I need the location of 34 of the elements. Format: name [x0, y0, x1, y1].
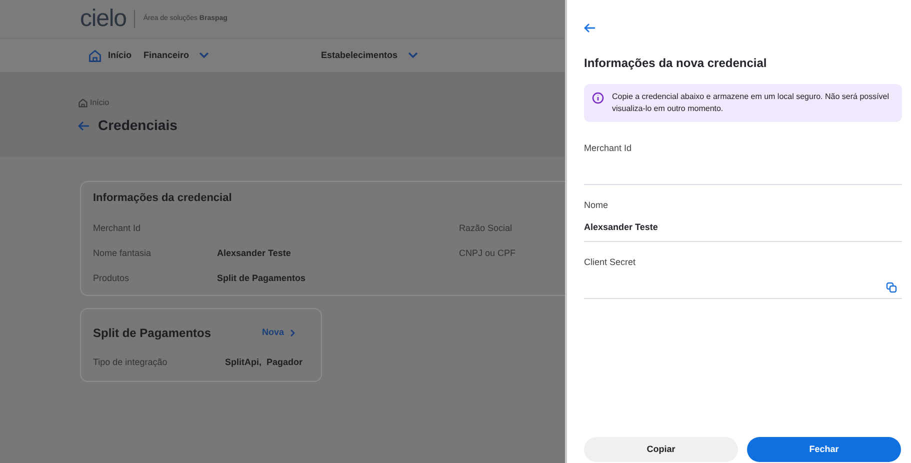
copy-icon[interactable]: [886, 282, 897, 293]
home-icon: [88, 48, 102, 62]
field-value: Split de Pagamentos: [217, 273, 306, 284]
field-value: Alexsander Teste: [584, 220, 658, 234]
alert-text: Copie a credencial abaixo e armazene em um local seguro. Não será possível visualiza-lo em outro momento.: [612, 91, 890, 115]
field-label: Razão Social: [459, 222, 512, 236]
field-label: CNPJ ou CPF: [459, 247, 516, 260]
info-icon: [592, 92, 604, 104]
field-label: Merchant Id: [584, 142, 633, 155]
new-link[interactable]: Nova: [262, 326, 296, 340]
back-arrow-icon[interactable]: [584, 23, 596, 33]
nav-item[interactable]: Financeiro: [144, 48, 210, 62]
copy-button[interactable]: Copiar: [584, 437, 738, 462]
field-label: Client Secret: [584, 256, 637, 269]
drawer-title: Informações da nova credencial: [584, 55, 768, 72]
logo: cielo: [80, 7, 126, 31]
close-button[interactable]: Fechar: [747, 437, 901, 462]
field-label: Merchant Id: [93, 222, 142, 236]
field-label: Produtos: [93, 272, 130, 286]
field-value: Alexsander Teste: [217, 248, 291, 258]
chevron-down-icon: [408, 52, 418, 59]
chevron-right-icon: [290, 329, 296, 337]
home-icon: [78, 98, 88, 108]
breadcrumb-link[interactable]: Início: [90, 97, 110, 109]
field-label: Nome: [584, 199, 610, 212]
field-label: Tipo de integração: [93, 356, 168, 369]
nav-item[interactable]: Início: [88, 48, 132, 62]
nav-item[interactable]: Estabelecimentos: [321, 48, 418, 62]
field-value: SplitApi, Pagador: [225, 356, 303, 369]
card-title: Informações da credencial: [93, 191, 233, 206]
card-title: Split de Pagamentos: [93, 325, 212, 342]
chevron-down-icon: [199, 52, 210, 59]
field-label: Nome fantasia: [93, 247, 152, 260]
page-title: Credenciais: [98, 116, 178, 135]
